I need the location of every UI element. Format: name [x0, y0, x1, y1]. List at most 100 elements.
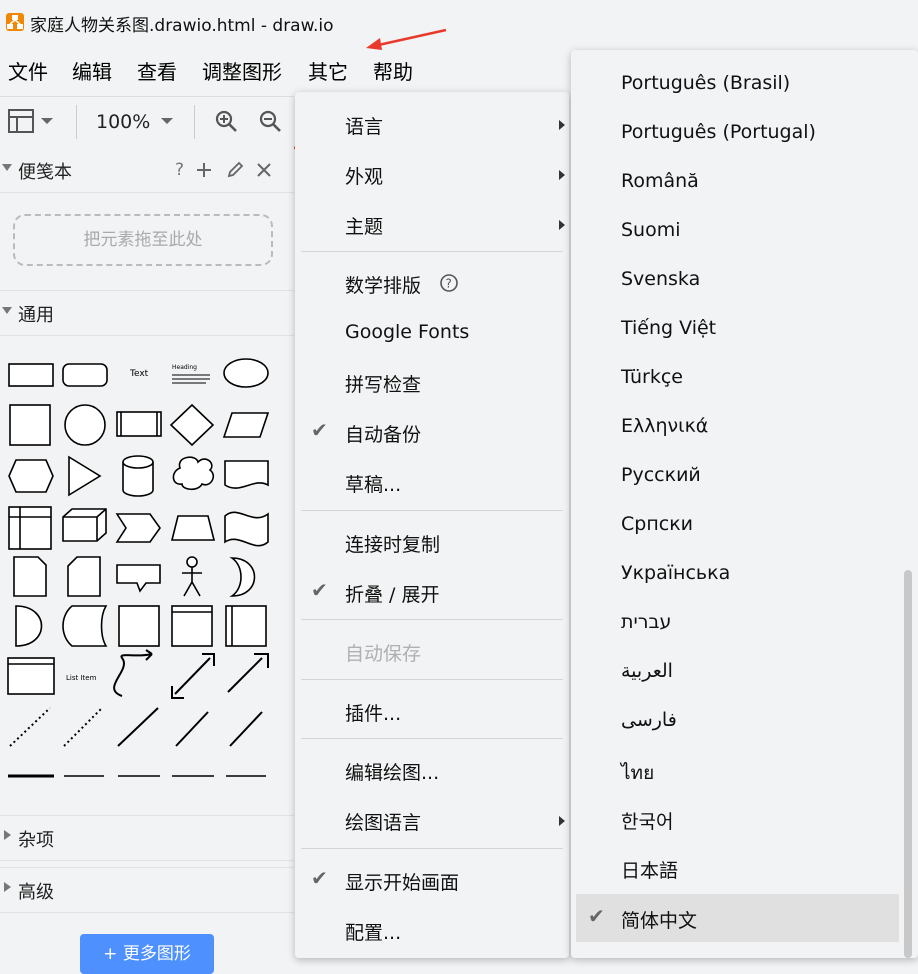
- chevron-down-icon[interactable]: [160, 117, 174, 125]
- callout-shape: [116, 564, 161, 593]
- menu-separator: [301, 619, 563, 620]
- menu-separator: [301, 510, 563, 511]
- language-option[interactable]: Svenska: [576, 260, 899, 303]
- language-option[interactable]: 한국어: [576, 799, 899, 842]
- checkmark-icon: ✔: [311, 418, 328, 442]
- menu-item-collapse-expand[interactable]: ✔ 折叠 / 展开: [295, 572, 569, 612]
- help-icon[interactable]: ?: [175, 160, 184, 180]
- zoom-in-icon[interactable]: [214, 109, 238, 133]
- list-item-shape: List Item: [66, 674, 97, 682]
- menu-item-spellcheck[interactable]: 拼写检查: [295, 362, 569, 402]
- menu-item-appearance[interactable]: 外观: [295, 154, 569, 194]
- ellipse-shape: [223, 358, 269, 388]
- menu-item-language[interactable]: 语言: [295, 104, 569, 144]
- collapse-icon: [2, 164, 12, 171]
- plus-icon[interactable]: [196, 162, 212, 178]
- language-option-selected[interactable]: ✔ 简体中文: [576, 894, 899, 942]
- menu-item-configuration[interactable]: 配置...: [295, 910, 569, 950]
- menu-separator: [301, 848, 563, 849]
- language-option[interactable]: Türkçe: [576, 358, 899, 401]
- internal-storage-shape: [8, 506, 52, 550]
- pencil-icon[interactable]: [226, 161, 244, 179]
- language-option[interactable]: 日本語: [576, 848, 899, 891]
- menu-arrange[interactable]: 调整图形: [202, 56, 282, 85]
- cloud-shape: [172, 456, 215, 491]
- format-panel-icon[interactable]: [8, 109, 34, 133]
- chevron-down-icon[interactable]: [40, 117, 54, 125]
- language-option[interactable]: العربية: [576, 652, 899, 695]
- note-shape: [13, 556, 47, 597]
- menu-extras[interactable]: 其它: [308, 56, 348, 85]
- expand-icon: [4, 830, 11, 840]
- language-option[interactable]: Русский: [576, 456, 899, 499]
- language-option[interactable]: Português (Brasil): [576, 64, 899, 107]
- directional-arrow-shape: [229, 711, 263, 747]
- heading-shape: Heading: [172, 364, 197, 371]
- advanced-header[interactable]: 高级: [0, 867, 294, 913]
- toolbar: 100%: [0, 96, 294, 150]
- language-option[interactable]: Ελληνικά: [576, 407, 899, 450]
- title-bar: 家庭人物关系图.drawio.html - draw.io: [0, 0, 918, 44]
- language-option[interactable]: Tiếng Việt: [576, 309, 899, 352]
- language-option[interactable]: Português (Portugal): [576, 113, 899, 156]
- menu-separator: [301, 738, 563, 739]
- menu-item-show-start-screen[interactable]: ✔ 显示开始画面: [295, 860, 569, 900]
- language-option[interactable]: עברית: [576, 603, 899, 646]
- submenu-arrow-icon: [559, 120, 565, 130]
- close-icon[interactable]: [257, 163, 271, 177]
- menu-item-diagram-language[interactable]: 绘图语言: [295, 800, 569, 840]
- menu-edit[interactable]: 编辑: [72, 56, 112, 85]
- stored-data-shape: [62, 605, 108, 647]
- help-icon[interactable]: ?: [439, 273, 459, 293]
- scratchpad-header[interactable]: 便笺本 ?: [0, 148, 294, 193]
- text-shape: Text: [129, 369, 149, 379]
- misc-header[interactable]: 杂项: [0, 815, 294, 861]
- language-option[interactable]: Română: [576, 162, 899, 205]
- menu-item-google-fonts[interactable]: Google Fonts: [295, 313, 569, 353]
- menu-item-plugins[interactable]: 插件...: [295, 691, 569, 731]
- annotation-arrow-icon: [366, 28, 447, 50]
- menu-item-math-typesetting[interactable]: 数学排版 ?: [295, 263, 569, 303]
- menu-item-copy-on-connect[interactable]: 连接时复制: [295, 522, 569, 562]
- language-option[interactable]: Suomi: [576, 211, 899, 254]
- square-shape: [9, 404, 51, 446]
- or-shape: [229, 557, 256, 597]
- triangle-shape: [68, 455, 102, 497]
- zoom-level[interactable]: 100%: [96, 111, 150, 133]
- checkmark-icon: ✔: [311, 866, 328, 890]
- circle-shape: [64, 404, 106, 446]
- svg-text:?: ?: [446, 277, 452, 291]
- language-submenu-scrollbar[interactable]: [904, 570, 912, 958]
- toolbar-divider: [194, 105, 195, 139]
- language-option[interactable]: Українська: [576, 554, 899, 597]
- trapezoid-shape: [170, 515, 216, 541]
- scratchpad-drop-zone[interactable]: 把元素拖至此处: [13, 214, 273, 266]
- menu-item-theme[interactable]: 主题: [295, 204, 569, 244]
- language-option[interactable]: فارسی: [576, 701, 899, 744]
- general-header[interactable]: 通用: [0, 290, 294, 336]
- dashed-line-shape: [63, 707, 103, 747]
- more-shapes-button[interactable]: + 更多图形: [80, 934, 214, 974]
- card-shape: [67, 556, 101, 597]
- submenu-arrow-icon: [559, 220, 565, 230]
- hexagon-shape: [8, 459, 54, 493]
- language-option[interactable]: ไทย: [576, 750, 899, 793]
- actor-shape: [186, 556, 198, 568]
- zoom-out-icon[interactable]: [258, 109, 282, 133]
- menu-item-autobackup[interactable]: ✔ 自动备份: [295, 412, 569, 452]
- checkmark-icon: ✔: [588, 904, 605, 928]
- window-title: 家庭人物关系图.drawio.html - draw.io: [30, 16, 334, 36]
- menu-item-autosave: 自动保存: [345, 643, 422, 665]
- menu-view[interactable]: 查看: [137, 56, 177, 85]
- scratchpad-title: 便笺本: [18, 162, 72, 183]
- menu-file[interactable]: 文件: [8, 56, 48, 85]
- general-title: 通用: [18, 305, 54, 326]
- tape-shape: [224, 511, 269, 547]
- language-option[interactable]: Српски: [576, 505, 899, 548]
- general-shapes-palette[interactable]: Text Heading List Item: [0, 344, 294, 814]
- menu-separator: [301, 251, 563, 252]
- menu-item-edit-diagram[interactable]: 编辑绘图...: [295, 750, 569, 790]
- menu-help[interactable]: 帮助: [373, 56, 413, 85]
- shapes-sidebar: 便笺本 ? 把元素拖至此处 通用 Text Heading List Item …: [0, 148, 294, 974]
- menu-item-drafts[interactable]: 草稿...: [295, 462, 569, 502]
